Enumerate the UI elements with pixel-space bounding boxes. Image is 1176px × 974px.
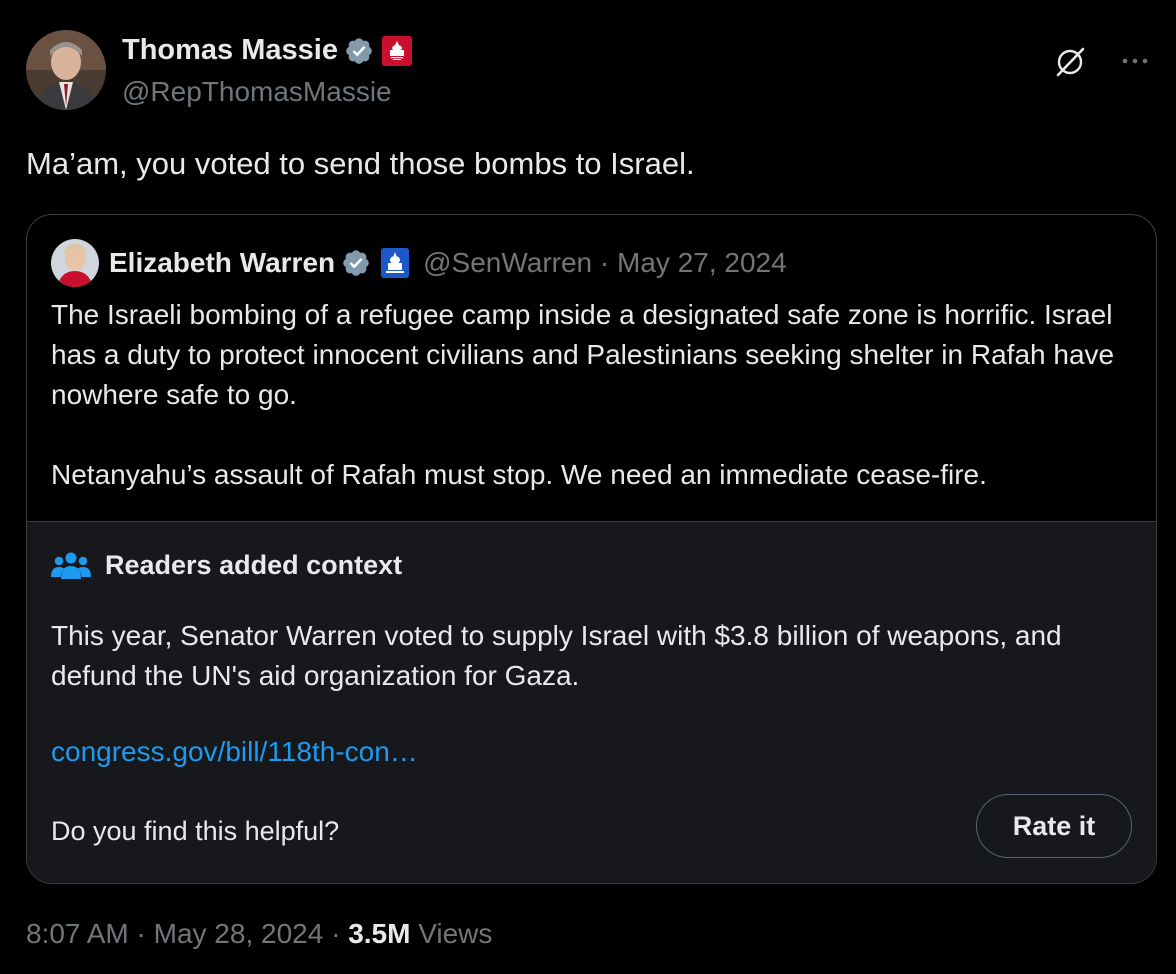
author-name-row: Thomas Massie	[122, 34, 412, 67]
community-note-body: This year, Senator Warren voted to suppl…	[51, 620, 1062, 691]
quoted-meta: @SenWarren · May 27, 2024	[423, 247, 787, 279]
footer-separator: ·	[128, 918, 154, 949]
author-avatar[interactable]	[26, 30, 106, 110]
community-note-header: Readers added context	[51, 550, 402, 581]
tweet-date[interactable]: May 28, 2024	[154, 918, 324, 949]
meta-separator: ·	[592, 247, 618, 278]
community-note-link[interactable]: congress.gov/bill/118th-con…	[51, 736, 418, 768]
quoted-author-avatar[interactable]	[51, 239, 99, 287]
rate-it-button[interactable]: Rate it	[976, 794, 1132, 858]
congress-badge-icon	[381, 248, 410, 278]
grok-icon[interactable]	[1052, 44, 1088, 80]
congress-badge-icon	[381, 35, 412, 66]
author-handle[interactable]: @RepThomasMassie	[122, 76, 392, 108]
tweet-header: Thomas Massie @RepThomasMassie	[26, 30, 1156, 110]
community-note: Readers added context This year, Senator…	[27, 521, 1156, 883]
verified-badge-icon	[343, 250, 369, 276]
quoted-paragraph: Netanyahu’s assault of Rafah must stop. …	[51, 459, 987, 490]
views-count[interactable]: 3.5M	[348, 918, 410, 949]
quoted-author-name[interactable]: Elizabeth Warren	[109, 247, 335, 279]
quoted-author-handle[interactable]: @SenWarren	[423, 247, 592, 278]
footer-separator: ·	[323, 918, 349, 949]
community-note-title: Readers added context	[105, 550, 403, 580]
helpful-question: Do you find this helpful?	[51, 816, 340, 846]
verified-badge-icon	[346, 37, 372, 64]
author-name[interactable]: Thomas Massie	[122, 34, 338, 67]
quoted-tweet-text: The Israeli bombing of a refugee camp in…	[51, 295, 1141, 495]
tweet-footer: 8:07 AM · May 28, 2024 · 3.5M Views	[26, 918, 492, 950]
tweet-time[interactable]: 8:07 AM	[26, 918, 129, 949]
quoted-paragraph: The Israeli bombing of a refugee camp in…	[51, 299, 1115, 410]
quoted-date[interactable]: May 27, 2024	[617, 247, 787, 278]
more-icon[interactable]	[1118, 44, 1152, 78]
tweet-text: Ma’am, you voted to send those bombs to …	[26, 146, 695, 181]
views-label[interactable]: Views	[410, 918, 492, 949]
quoted-tweet[interactable]: Elizabeth Warren @SenWarren · May 27, 20…	[26, 214, 1157, 884]
quoted-tweet-header: Elizabeth Warren @SenWarren · May 27, 20…	[51, 239, 787, 287]
people-icon	[51, 552, 91, 579]
